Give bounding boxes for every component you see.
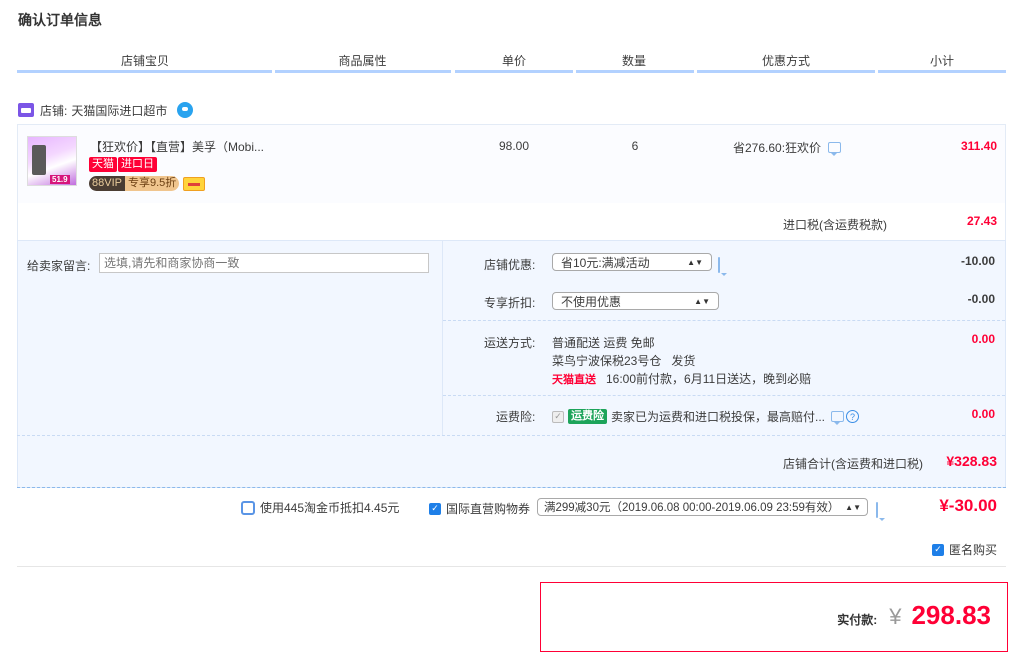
insurance-label: 运费险: [496, 410, 536, 424]
shipping-warehouse: 菜鸟宁波保税23号仓 发货 [552, 354, 696, 368]
select-arrows-icon: ▲▼ [845, 502, 861, 512]
message-icon[interactable] [828, 142, 842, 156]
tmall-badge: 天猫 [89, 157, 117, 172]
item-badges: 天猫 进口日 [89, 157, 157, 172]
anonymous-checkbox[interactable]: ✓ [932, 543, 944, 556]
tmall-direct-badge: 天猫直送 [552, 373, 596, 386]
vip-discount-badge: 专享9.5折 [124, 176, 180, 191]
store-total-value: ¥328.83 [946, 453, 997, 469]
shipping-promise: 16:00前付款，6月11日送达，晚到必赔 [606, 372, 812, 386]
header-divider [576, 70, 694, 73]
coupon-value: ¥-30.00 [939, 496, 997, 515]
insurance-badge: 运费险 [568, 409, 607, 424]
store-icon [18, 103, 34, 117]
col-header-unit-price: 单价 [501, 54, 526, 68]
store-row: 店铺: 天猫国际进口超市 [18, 100, 194, 120]
panel-divider [442, 241, 443, 435]
header-divider [17, 70, 272, 73]
pay-label: 实付款: [837, 613, 878, 627]
shipping-direct-row: 天猫直送 16:00前付款，6月11日送达，晚到必赔 [552, 370, 811, 387]
store-total-label: 店铺合计(含运费和进口税) [783, 457, 923, 471]
coin-row: 使用445淘金币抵扣4.45元 [241, 499, 399, 516]
message-icon[interactable] [718, 257, 720, 273]
coupon-select[interactable]: 满299减30元（2019.06.08 00:00-2019.06.09 23:… [537, 498, 868, 516]
unit-price: 98.00 [498, 139, 530, 153]
help-icon[interactable]: ? [846, 410, 860, 423]
row-divider [443, 320, 1005, 321]
exclusive-discount-label: 专享折扣: [484, 296, 536, 310]
insurance-checkbox[interactable]: ✓ [552, 410, 564, 423]
store-discount-selected: 省10元:满减活动 [561, 255, 650, 270]
message-label: 给卖家留言: [27, 259, 91, 273]
coupon-label: 国际直营购物券 [446, 502, 531, 516]
coin-checkbox[interactable] [241, 500, 255, 515]
coupon-selected: 满299减30元（2019.06.08 00:00-2019.06.09 23:… [544, 502, 840, 514]
coupon-row: ✓ 国际直营购物券 [429, 500, 530, 517]
discount-text: 省276.60:狂欢价 [733, 141, 822, 155]
header-divider [455, 70, 573, 73]
pay-total-row: 实付款: ¥ 298.83 [540, 600, 991, 631]
message-icon[interactable] [831, 411, 845, 425]
row-divider [443, 395, 1005, 396]
col-header-attributes: 商品属性 [338, 54, 387, 68]
footer-divider [17, 566, 1006, 567]
insurance-row: ✓ 运费险 卖家已为运费和进口税投保，最高赔付... ? [552, 408, 860, 425]
import-day-badge: 进口日 [118, 157, 157, 172]
store-label: 店铺: [40, 103, 68, 118]
store-discount-select[interactable]: 省10元:满减活动 ▲▼ [552, 253, 712, 271]
exclusive-discount-select[interactable]: 不使用优惠 ▲▼ [552, 292, 719, 310]
item-row [17, 124, 1006, 204]
anonymous-label: 匿名购买 [949, 543, 998, 557]
seller-message-input[interactable] [99, 253, 429, 273]
select-arrows-icon: ▲▼ [687, 257, 703, 267]
anonymous-row: ✓ 匿名购买 [932, 541, 997, 558]
item-subtotal: 311.40 [960, 139, 997, 153]
order-options-panel [17, 240, 1006, 488]
vip-row: 88VIP 专享9.5折 [89, 176, 206, 191]
header-divider [697, 70, 875, 73]
message-icon[interactable] [876, 502, 878, 518]
shipping-label: 运送方式: [484, 336, 536, 350]
row-divider [17, 435, 1005, 436]
header-divider [275, 70, 451, 73]
coupon-checkbox[interactable]: ✓ [429, 502, 441, 515]
item-title[interactable]: 【狂欢价】【直营】美孚（Mobi... [90, 138, 280, 155]
insurance-value: 0.00 [971, 407, 995, 421]
store-name[interactable]: 天猫国际进口超市 [71, 102, 167, 119]
col-header-subtotal: 小计 [929, 54, 954, 68]
thumb-price: 51.9 [50, 175, 70, 184]
quantity: 6 [631, 139, 639, 153]
col-header-quantity: 数量 [621, 54, 646, 68]
exclusive-discount-value: -0.00 [967, 292, 995, 306]
import-tax-label: 进口税(含运费税款) [783, 218, 887, 232]
pay-currency: ¥ [889, 604, 902, 629]
col-header-discount: 优惠方式 [761, 54, 810, 68]
exclusive-discount-selected: 不使用优惠 [561, 294, 622, 309]
store-discount-value: -10.00 [960, 254, 995, 268]
chat-icon[interactable] [177, 102, 194, 118]
discount-info: 省276.60:狂欢价 [733, 139, 842, 156]
select-arrows-icon: ▲▼ [694, 296, 710, 306]
page-title: 确认订单信息 [18, 12, 102, 28]
product-thumbnail[interactable]: 51.9 [27, 136, 77, 186]
store-discount-label: 店铺优惠: [484, 258, 536, 272]
pay-amount: 298.83 [911, 600, 991, 630]
vip-badge: 88VIP [89, 176, 125, 191]
bottle-shape [32, 145, 46, 175]
coupon-divider [17, 487, 1006, 488]
coin-label: 使用445淘金币抵扣4.45元 [260, 501, 400, 515]
card-icon [183, 176, 206, 191]
col-header-item: 店铺宝贝 [120, 54, 169, 68]
shipping-value: 0.00 [971, 332, 995, 346]
header-divider [878, 70, 1006, 73]
insurance-text: 卖家已为运费和进口税投保，最高赔付... [611, 410, 826, 424]
shipping-method: 普通配送 运费 免邮 [552, 336, 655, 350]
import-tax-value: 27.43 [966, 214, 997, 228]
